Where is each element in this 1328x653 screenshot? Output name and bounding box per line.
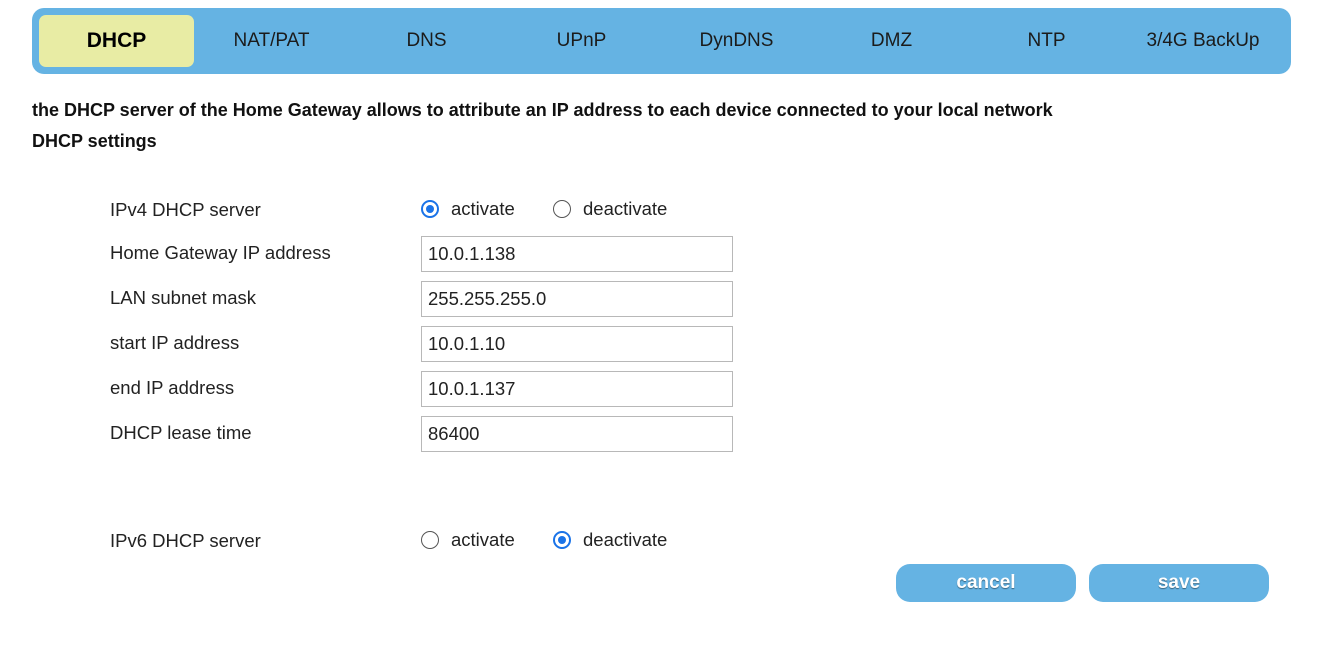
page-description: the DHCP server of the Home Gateway allo… [32, 100, 1053, 120]
ipv4-activate-label[interactable]: activate [451, 198, 515, 220]
tab-bar: DHCP NAT/PAT DNS UPnP DynDNS DMZ NTP 3/4… [32, 8, 1291, 74]
tab-ntp[interactable]: NTP [969, 15, 1124, 67]
lease-time-label: DHCP lease time [110, 422, 252, 443]
ipv6-activate-option[interactable]: activate [421, 527, 515, 553]
ipv4-deactivate-radio[interactable] [553, 200, 571, 218]
start-ip-input[interactable] [421, 326, 733, 362]
ipv6-deactivate-radio[interactable] [553, 531, 571, 549]
section-title: DHCP settings [32, 131, 157, 151]
cancel-button[interactable]: cancel [896, 564, 1076, 602]
end-ip-input[interactable] [421, 371, 733, 407]
tab-nat-pat[interactable]: NAT/PAT [194, 15, 349, 67]
ipv4-deactivate-option[interactable]: deactivate [553, 196, 667, 222]
ipv6-activate-label[interactable]: activate [451, 529, 515, 551]
tab-dns[interactable]: DNS [349, 15, 504, 67]
ipv4-deactivate-label[interactable]: deactivate [583, 198, 667, 220]
ipv6-dhcp-server-label: IPv6 DHCP server [110, 530, 261, 551]
end-ip-label: end IP address [110, 377, 235, 398]
ipv4-activate-radio[interactable] [421, 200, 439, 218]
gateway-ip-input[interactable] [421, 236, 733, 272]
lease-time-input[interactable] [421, 416, 733, 452]
subnet-mask-input[interactable] [421, 281, 733, 317]
gateway-ip-label: Home Gateway IP address [110, 242, 331, 263]
ipv6-activate-radio[interactable] [421, 531, 439, 549]
ipv6-deactivate-label[interactable]: deactivate [583, 529, 667, 551]
tab-upnp[interactable]: UPnP [504, 15, 659, 67]
start-ip-label: start IP address [110, 332, 240, 353]
tab-dhcp[interactable]: DHCP [39, 15, 194, 67]
ipv4-dhcp-server-label: IPv4 DHCP server [110, 199, 261, 220]
ipv4-activate-option[interactable]: activate [421, 196, 515, 222]
subnet-mask-label: LAN subnet mask [110, 287, 257, 308]
tab-dmz[interactable]: DMZ [814, 15, 969, 67]
tab-dyndns[interactable]: DynDNS [659, 15, 814, 67]
tab-3-4g-backup[interactable]: 3/4G BackUp [1124, 15, 1282, 67]
save-button[interactable]: save [1089, 564, 1269, 602]
ipv6-deactivate-option[interactable]: deactivate [553, 527, 667, 553]
